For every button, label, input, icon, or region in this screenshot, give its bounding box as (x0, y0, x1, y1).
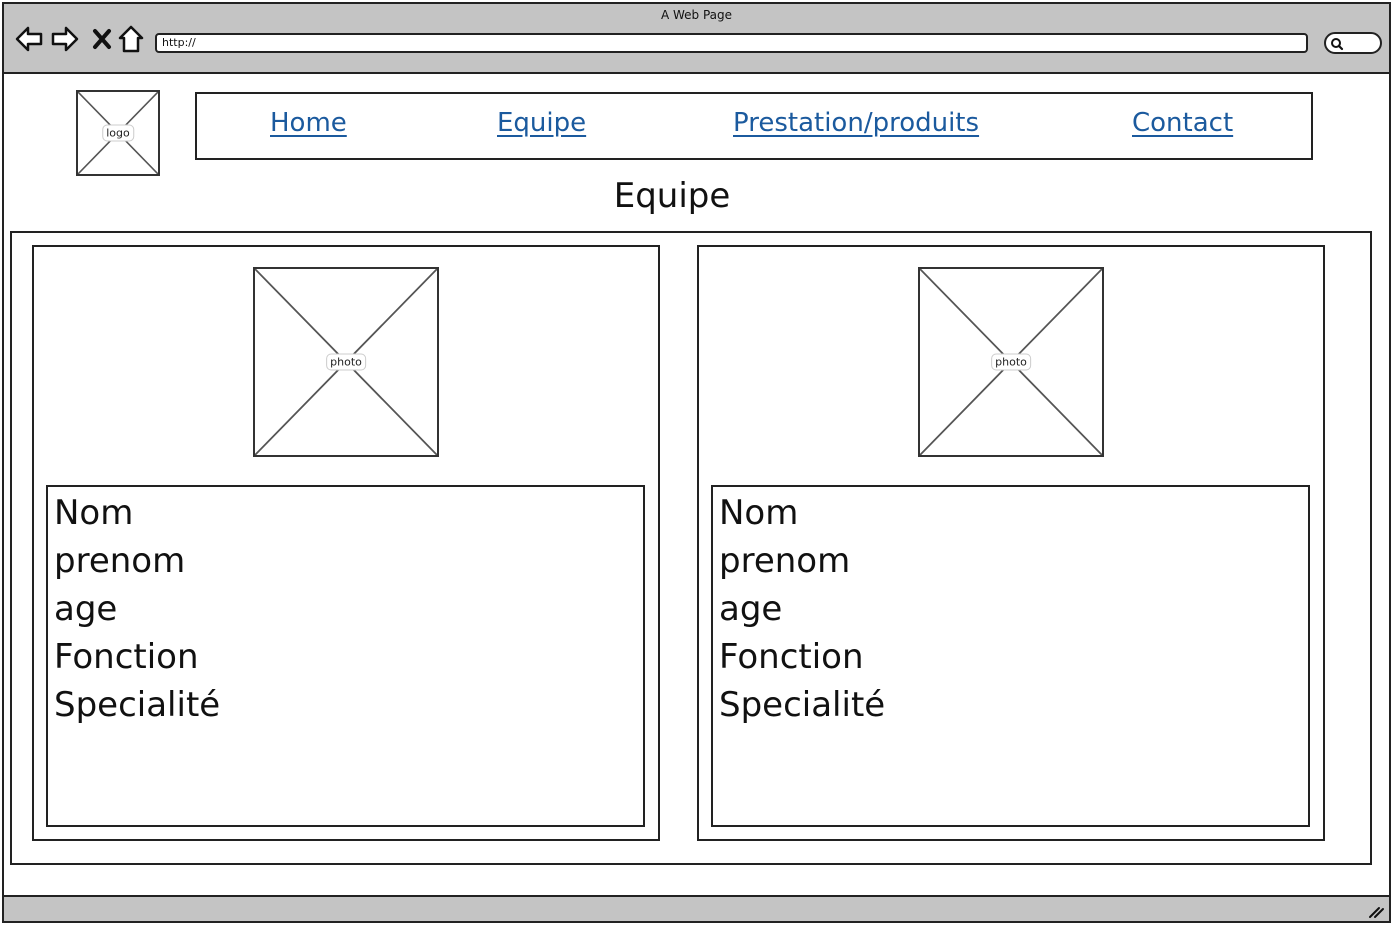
photo-placeholder: photo (918, 267, 1104, 457)
back-arrow-icon[interactable] (14, 24, 44, 54)
member-info: Nom prenom age Fonction Specialité (46, 485, 645, 827)
member-field-fonction: Fonction (719, 637, 864, 677)
resize-grip-icon[interactable] (1367, 903, 1385, 919)
photo-label: photo (326, 353, 366, 371)
photo-label: photo (991, 353, 1031, 371)
forward-arrow-icon[interactable] (50, 24, 80, 54)
address-bar[interactable]: http:// (155, 33, 1308, 53)
member-field-prenom: prenom (54, 541, 186, 581)
member-card: photo Nom prenom age Fonction Specialité (697, 245, 1325, 841)
nav-link-contact[interactable]: Contact (1132, 108, 1233, 138)
main-navigation: Home Equipe Prestation/produits Contact (195, 92, 1313, 160)
status-bar (4, 895, 1389, 921)
member-card: photo Nom prenom age Fonction Specialité (32, 245, 660, 841)
window-title: A Web Page (660, 8, 733, 22)
member-field-specialite: Specialité (719, 685, 886, 725)
nav-link-equipe[interactable]: Equipe (497, 108, 586, 138)
photo-placeholder: photo (253, 267, 439, 457)
member-field-nom: Nom (719, 493, 799, 533)
browser-chrome: A Web Page http:// (4, 4, 1389, 74)
home-icon[interactable] (116, 24, 146, 54)
nav-link-prestation-produits[interactable]: Prestation/produits (733, 108, 979, 138)
member-field-prenom: prenom (719, 541, 851, 581)
member-field-fonction: Fonction (54, 637, 199, 677)
member-info: Nom prenom age Fonction Specialité (711, 485, 1310, 827)
close-icon[interactable] (88, 24, 118, 54)
member-field-specialite: Specialité (54, 685, 221, 725)
member-field-nom: Nom (54, 493, 134, 533)
page-title: Equipe (613, 176, 731, 216)
nav-link-home[interactable]: Home (270, 108, 347, 138)
search-icon (1331, 38, 1344, 51)
logo-placeholder: logo (76, 90, 160, 176)
member-field-age: age (54, 589, 118, 629)
member-field-age: age (719, 589, 783, 629)
logo-label: logo (102, 124, 134, 142)
search-field[interactable] (1324, 32, 1382, 54)
team-section: photo Nom prenom age Fonction Specialité… (10, 231, 1372, 865)
browser-window: A Web Page http:// logo Home Equipe Pres… (2, 2, 1391, 923)
